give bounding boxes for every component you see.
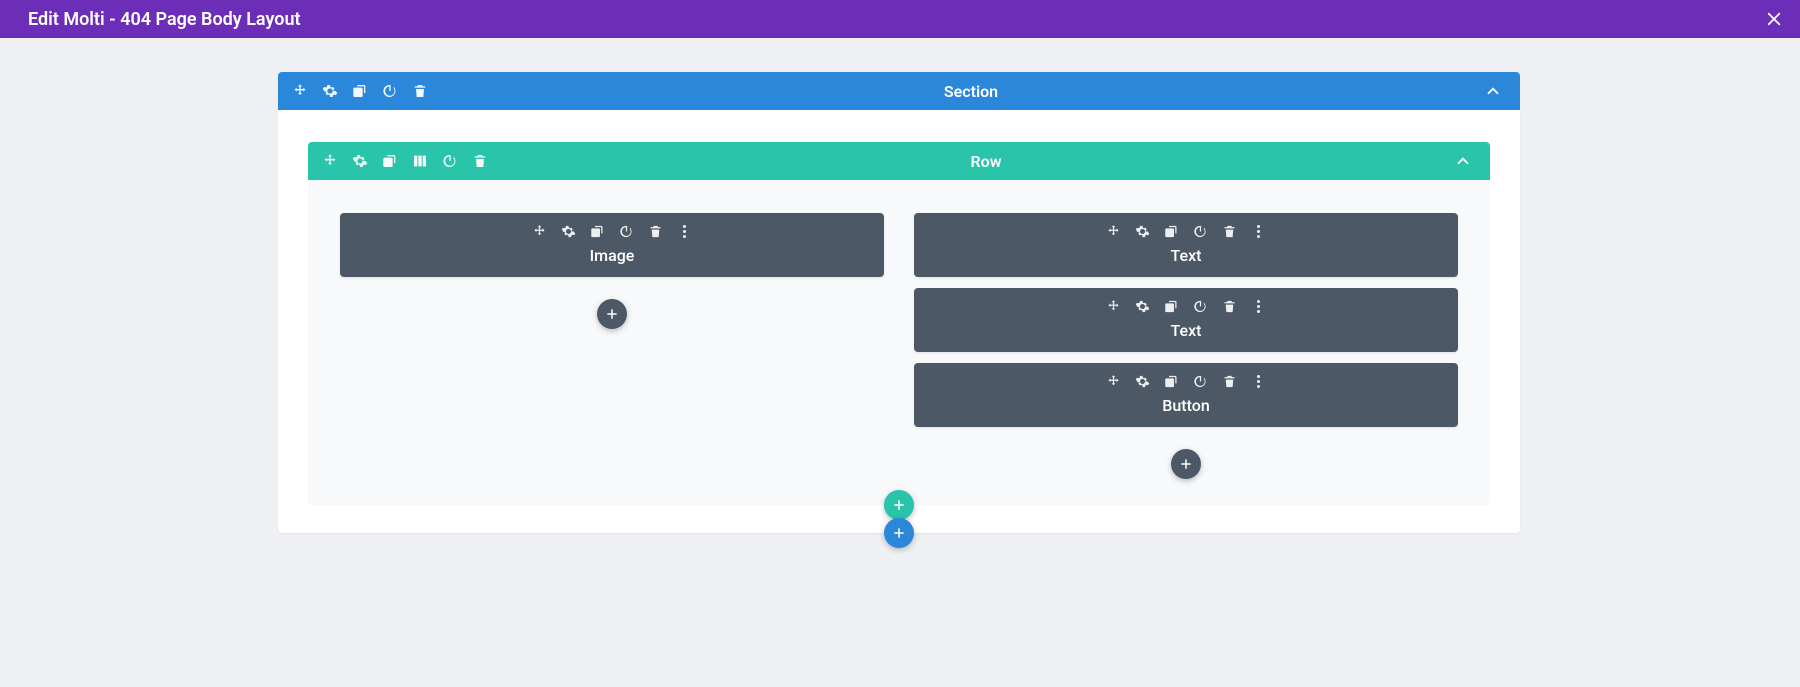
chevron-up-icon [1454,152,1472,170]
move-icon[interactable] [292,83,308,99]
module-text[interactable]: Text [914,213,1458,277]
trash-icon[interactable] [412,83,428,99]
module-toolbar [532,224,692,239]
section-toolbar [292,83,458,99]
trash-icon[interactable] [648,224,663,239]
power-icon[interactable] [442,153,458,169]
gear-icon[interactable] [561,224,576,239]
builder-canvas: Section Row [0,38,1800,533]
row-toolbar [322,153,518,169]
trash-icon[interactable] [472,153,488,169]
section: Section Row [278,72,1520,533]
add-row-button[interactable] [884,490,914,520]
gear-icon[interactable] [1135,299,1150,314]
trash-icon[interactable] [1222,224,1237,239]
module-label: Text [1171,246,1202,265]
more-icon[interactable] [677,224,692,239]
columns-icon[interactable] [412,153,428,169]
plus-icon [892,526,906,540]
section-header-bar[interactable]: Section [278,72,1520,110]
add-module-button[interactable] [1171,449,1201,479]
plus-icon [1179,457,1193,471]
gear-icon[interactable] [1135,374,1150,389]
column-1: Image [340,213,884,479]
power-icon[interactable] [1193,299,1208,314]
module-label: Image [590,246,635,265]
power-icon[interactable] [1193,224,1208,239]
modal-title: Edit Molti - 404 Page Body Layout [28,9,1762,30]
add-section-button[interactable] [884,518,914,548]
row-header-bar[interactable]: Row [308,142,1490,180]
row: Row [308,142,1490,505]
duplicate-icon[interactable] [590,224,605,239]
module-toolbar [1106,224,1266,239]
row-label: Row [518,152,1454,171]
move-icon[interactable] [1106,299,1121,314]
close-button[interactable] [1762,7,1786,31]
more-icon[interactable] [1251,224,1266,239]
power-icon[interactable] [382,83,398,99]
trash-icon[interactable] [1222,299,1237,314]
plus-icon [605,307,619,321]
more-icon[interactable] [442,83,458,99]
close-icon [1765,10,1783,28]
module-text[interactable]: Text [914,288,1458,352]
move-icon[interactable] [322,153,338,169]
trash-icon[interactable] [1222,374,1237,389]
collapse-section-button[interactable] [1484,82,1502,100]
gear-icon[interactable] [322,83,338,99]
module-image[interactable]: Image [340,213,884,277]
modal-header: Edit Molti - 404 Page Body Layout [0,0,1800,38]
move-icon[interactable] [1106,374,1121,389]
gear-icon[interactable] [352,153,368,169]
collapse-row-button[interactable] [1454,152,1472,170]
gear-icon[interactable] [1135,224,1150,239]
duplicate-icon[interactable] [1164,374,1179,389]
power-icon[interactable] [1193,374,1208,389]
module-label: Text [1171,321,1202,340]
more-icon[interactable] [1251,374,1266,389]
move-icon[interactable] [532,224,547,239]
duplicate-icon[interactable] [382,153,398,169]
column-2: Text T [914,213,1458,479]
plus-icon [892,498,906,512]
duplicate-icon[interactable] [352,83,368,99]
module-toolbar [1106,374,1266,389]
add-module-button[interactable] [597,299,627,329]
row-columns: Image [340,213,1458,479]
section-label: Section [458,82,1484,101]
section-body: Row [278,110,1520,533]
duplicate-icon[interactable] [1164,224,1179,239]
move-icon[interactable] [1106,224,1121,239]
power-icon[interactable] [619,224,634,239]
module-button[interactable]: Button [914,363,1458,427]
more-icon[interactable] [1251,299,1266,314]
module-label: Button [1162,396,1209,415]
row-body: Image [308,180,1490,505]
module-toolbar [1106,299,1266,314]
chevron-up-icon [1484,82,1502,100]
duplicate-icon[interactable] [1164,299,1179,314]
more-icon[interactable] [502,153,518,169]
